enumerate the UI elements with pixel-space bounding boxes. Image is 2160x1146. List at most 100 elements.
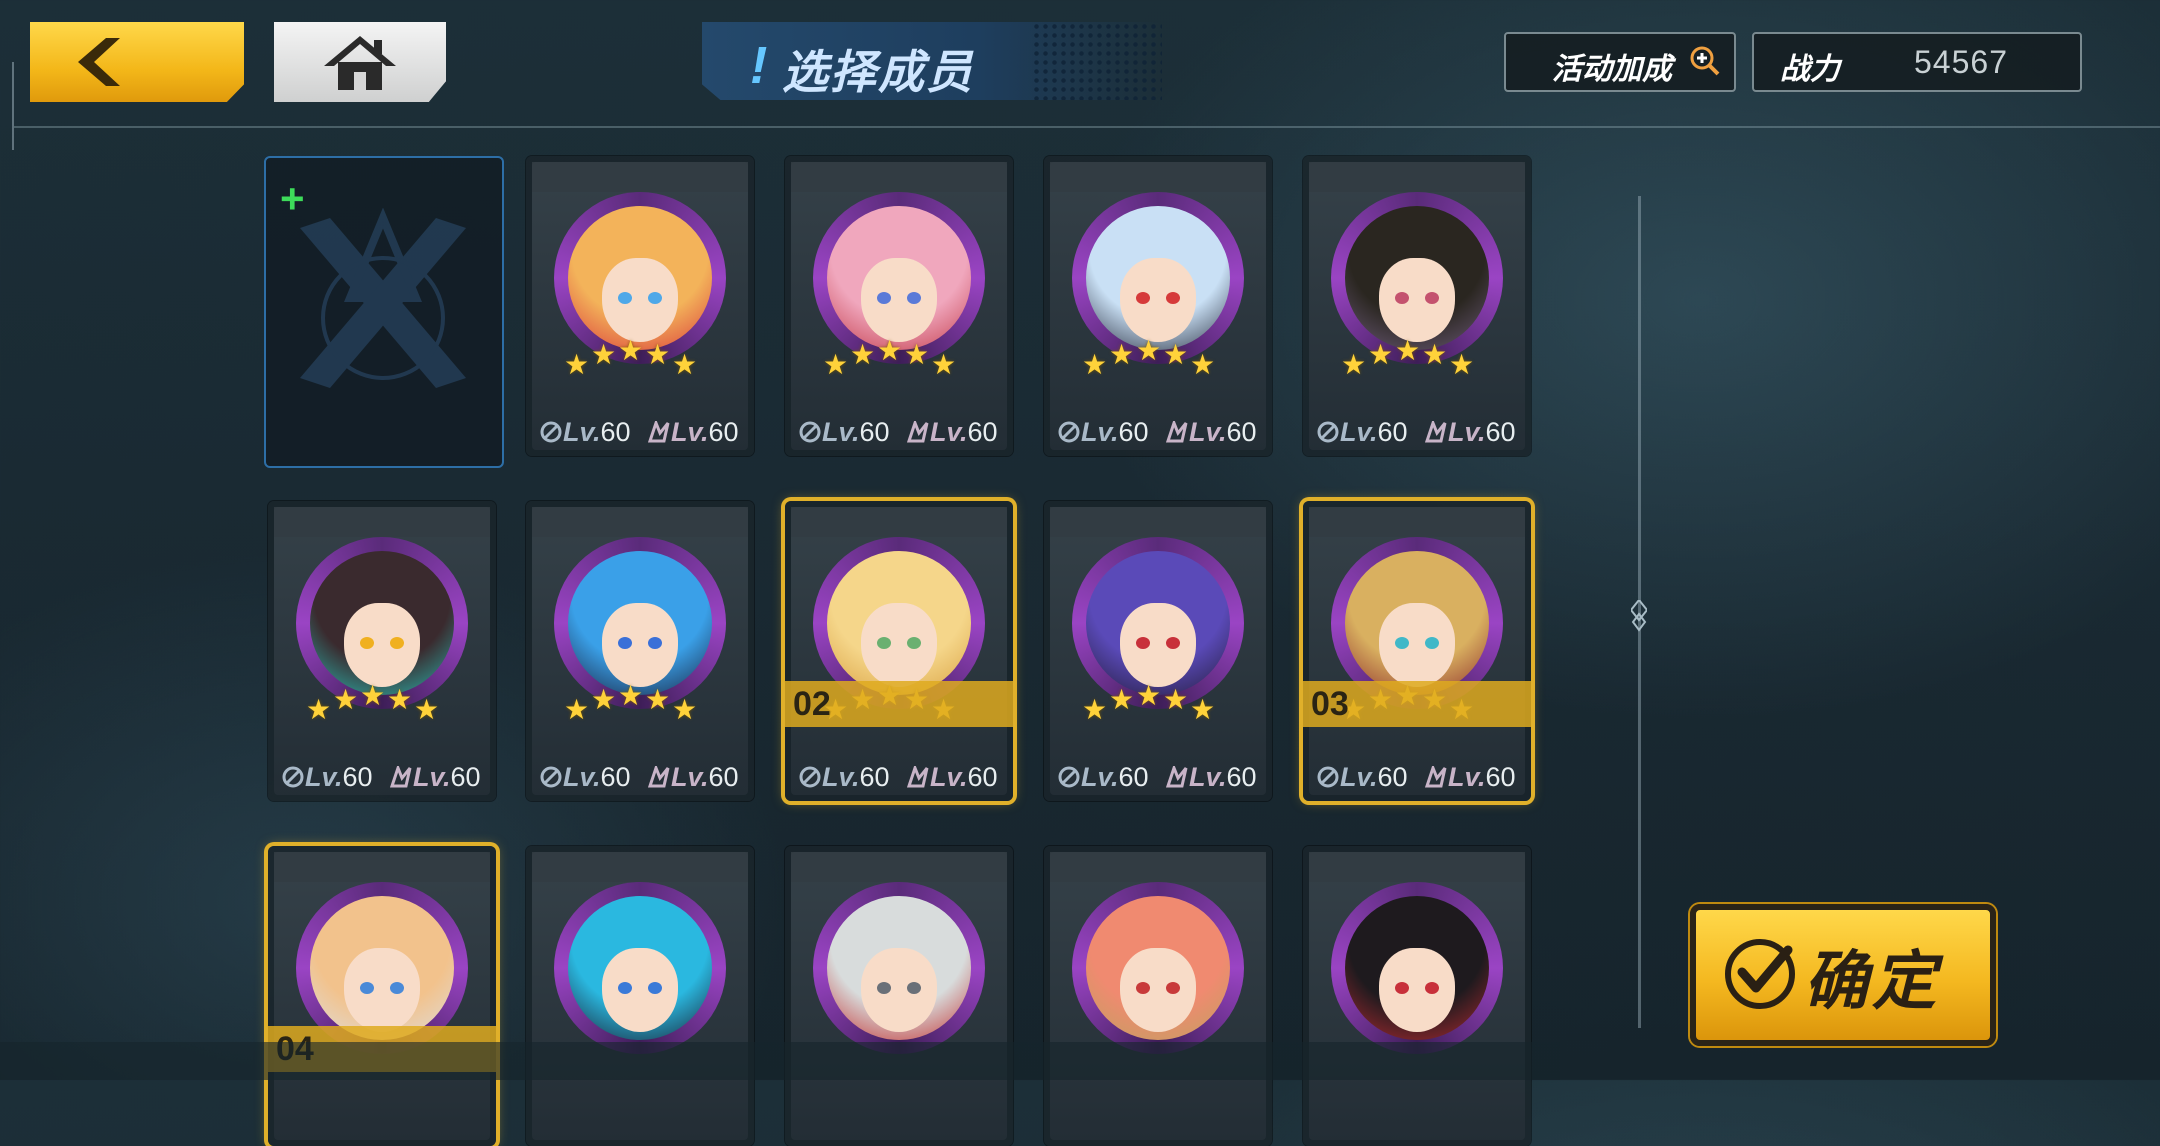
star-icon: ★	[564, 349, 590, 380]
card-top-strip	[1050, 162, 1266, 192]
portrait-skin	[602, 603, 678, 687]
level-prefix: Lv.	[1081, 762, 1119, 792]
level-prefix: Lv.	[671, 417, 709, 447]
star-rating: ★★★★★	[1082, 334, 1238, 380]
card-top-strip	[791, 507, 1007, 537]
chevron-left-icon	[78, 38, 120, 86]
portrait-eye-left	[877, 292, 891, 304]
emblem-watermark-icon	[300, 208, 466, 388]
member-card[interactable]: 04	[268, 846, 496, 1146]
star-icon: ★	[1109, 339, 1135, 370]
title-dot-pattern	[1032, 22, 1162, 100]
member-card[interactable]: ★ ★ ★ ★ ★ Lv.60 Lv.60	[268, 501, 496, 801]
skill-level-value: 60	[1485, 417, 1516, 447]
level-prefix: Lv.	[822, 417, 860, 447]
star-rating: ★★★★★	[564, 679, 720, 725]
skill-icon	[907, 421, 929, 443]
skill-level-value: 60	[1485, 762, 1516, 792]
member-card[interactable]: ★ ★ ★ ★ ★ Lv.60 Lv.60	[1303, 156, 1531, 456]
portrait-eye-right	[648, 292, 662, 304]
home-button[interactable]	[274, 22, 446, 102]
member-card[interactable]: ★ ★ ★ ★ ★ Lv.60 Lv.60	[1044, 501, 1272, 801]
skill-level: Lv.60	[907, 762, 998, 793]
star-icon: ★	[414, 694, 440, 725]
portrait-eye-left	[360, 982, 374, 994]
portrait-eye-right	[1425, 637, 1439, 649]
header-divider	[14, 126, 2160, 128]
star-icon: ★	[1109, 684, 1135, 715]
card-top-strip	[532, 162, 748, 192]
portrait-face	[310, 896, 454, 1040]
portrait-eye-left	[1136, 292, 1150, 304]
star-icon: ★	[1163, 684, 1189, 715]
star-icon: ★	[672, 349, 698, 380]
portrait-eye-right	[390, 637, 404, 649]
level-prefix: Lv.	[671, 762, 709, 792]
skill-level-value: 60	[708, 417, 739, 447]
star-icon: ★	[877, 335, 903, 366]
member-card[interactable]	[1303, 846, 1531, 1146]
member-card[interactable]: ★ ★ ★ ★ ★ Lv.60 Lv.60	[526, 501, 754, 801]
page-title: 选择成员	[782, 46, 974, 98]
bottom-fade	[0, 1042, 1560, 1080]
level-prefix: Lv.	[930, 417, 968, 447]
star-icon: ★	[1395, 335, 1421, 366]
portrait-eye-right	[1425, 982, 1439, 994]
weapon-level-value: 60	[1118, 417, 1149, 447]
star-icon: ★	[645, 684, 671, 715]
member-card[interactable]: ★★★★★03Lv.60Lv.60	[1303, 501, 1531, 801]
member-card[interactable]	[1044, 846, 1272, 1146]
event-bonus-button[interactable]: 活动加成	[1504, 32, 1736, 92]
weapon-level: Lv.60	[799, 762, 890, 793]
weapon-icon	[1058, 766, 1080, 788]
member-card[interactable]: ★ ★ ★ ★ ★ Lv.60 Lv.60	[785, 156, 1013, 456]
skill-level: Lv.60	[1425, 762, 1516, 793]
portrait-face	[1086, 206, 1230, 350]
level-prefix: Lv.	[1189, 762, 1227, 792]
level-prefix: Lv.	[1081, 417, 1119, 447]
portrait-eye-left	[1395, 982, 1409, 994]
skill-level-value: 60	[967, 417, 998, 447]
level-prefix: Lv.	[1448, 762, 1486, 792]
star-icon: ★	[645, 339, 671, 370]
member-portrait	[813, 882, 985, 1054]
member-card[interactable]	[785, 846, 1013, 1146]
star-rating: ★★★★★	[823, 334, 979, 380]
portrait-face	[1086, 551, 1230, 695]
back-button[interactable]	[30, 22, 244, 102]
weapon-icon	[1317, 766, 1339, 788]
skill-level-value: 60	[450, 762, 481, 792]
portrait-eye-right	[1166, 292, 1180, 304]
star-icon: ★	[1422, 339, 1448, 370]
star-icon: ★	[1136, 680, 1162, 711]
weapon-level: Lv.60	[1058, 417, 1149, 448]
member-card[interactable]: ★ ★ ★ ★ ★ Lv.60 Lv.60	[1044, 156, 1272, 456]
portrait-face	[310, 551, 454, 695]
star-icon: ★	[672, 694, 698, 725]
member-card[interactable]: ★★★★★02Lv.60Lv.60	[785, 501, 1013, 801]
scrollbar-thumb[interactable]	[1631, 600, 1647, 632]
member-portrait	[554, 882, 726, 1054]
portrait-eye-right	[907, 982, 921, 994]
weapon-level-value: 60	[1377, 762, 1408, 792]
selection-order-band: 02	[785, 681, 1013, 727]
member-portrait	[1331, 882, 1503, 1054]
card-top-strip	[532, 507, 748, 537]
star-icon: ★	[1190, 349, 1216, 380]
portrait-skin	[1379, 603, 1455, 687]
level-prefix: Lv.	[563, 762, 601, 792]
skill-icon	[648, 421, 670, 443]
empty-member-slot[interactable]: +	[264, 156, 504, 468]
confirm-button[interactable]: 确定	[1690, 904, 1996, 1046]
level-prefix: Lv.	[413, 762, 451, 792]
member-card[interactable]: ★ ★ ★ ★ ★ Lv.60 Lv.60	[526, 156, 754, 456]
level-prefix: Lv.	[305, 762, 343, 792]
card-top-strip	[532, 852, 748, 882]
weapon-icon	[1317, 421, 1339, 443]
member-card[interactable]	[526, 846, 754, 1146]
portrait-eye-left	[1395, 292, 1409, 304]
weapon-level-value: 60	[859, 762, 890, 792]
portrait-skin	[861, 603, 937, 687]
card-top-strip	[1050, 507, 1266, 537]
portrait-skin	[602, 258, 678, 342]
